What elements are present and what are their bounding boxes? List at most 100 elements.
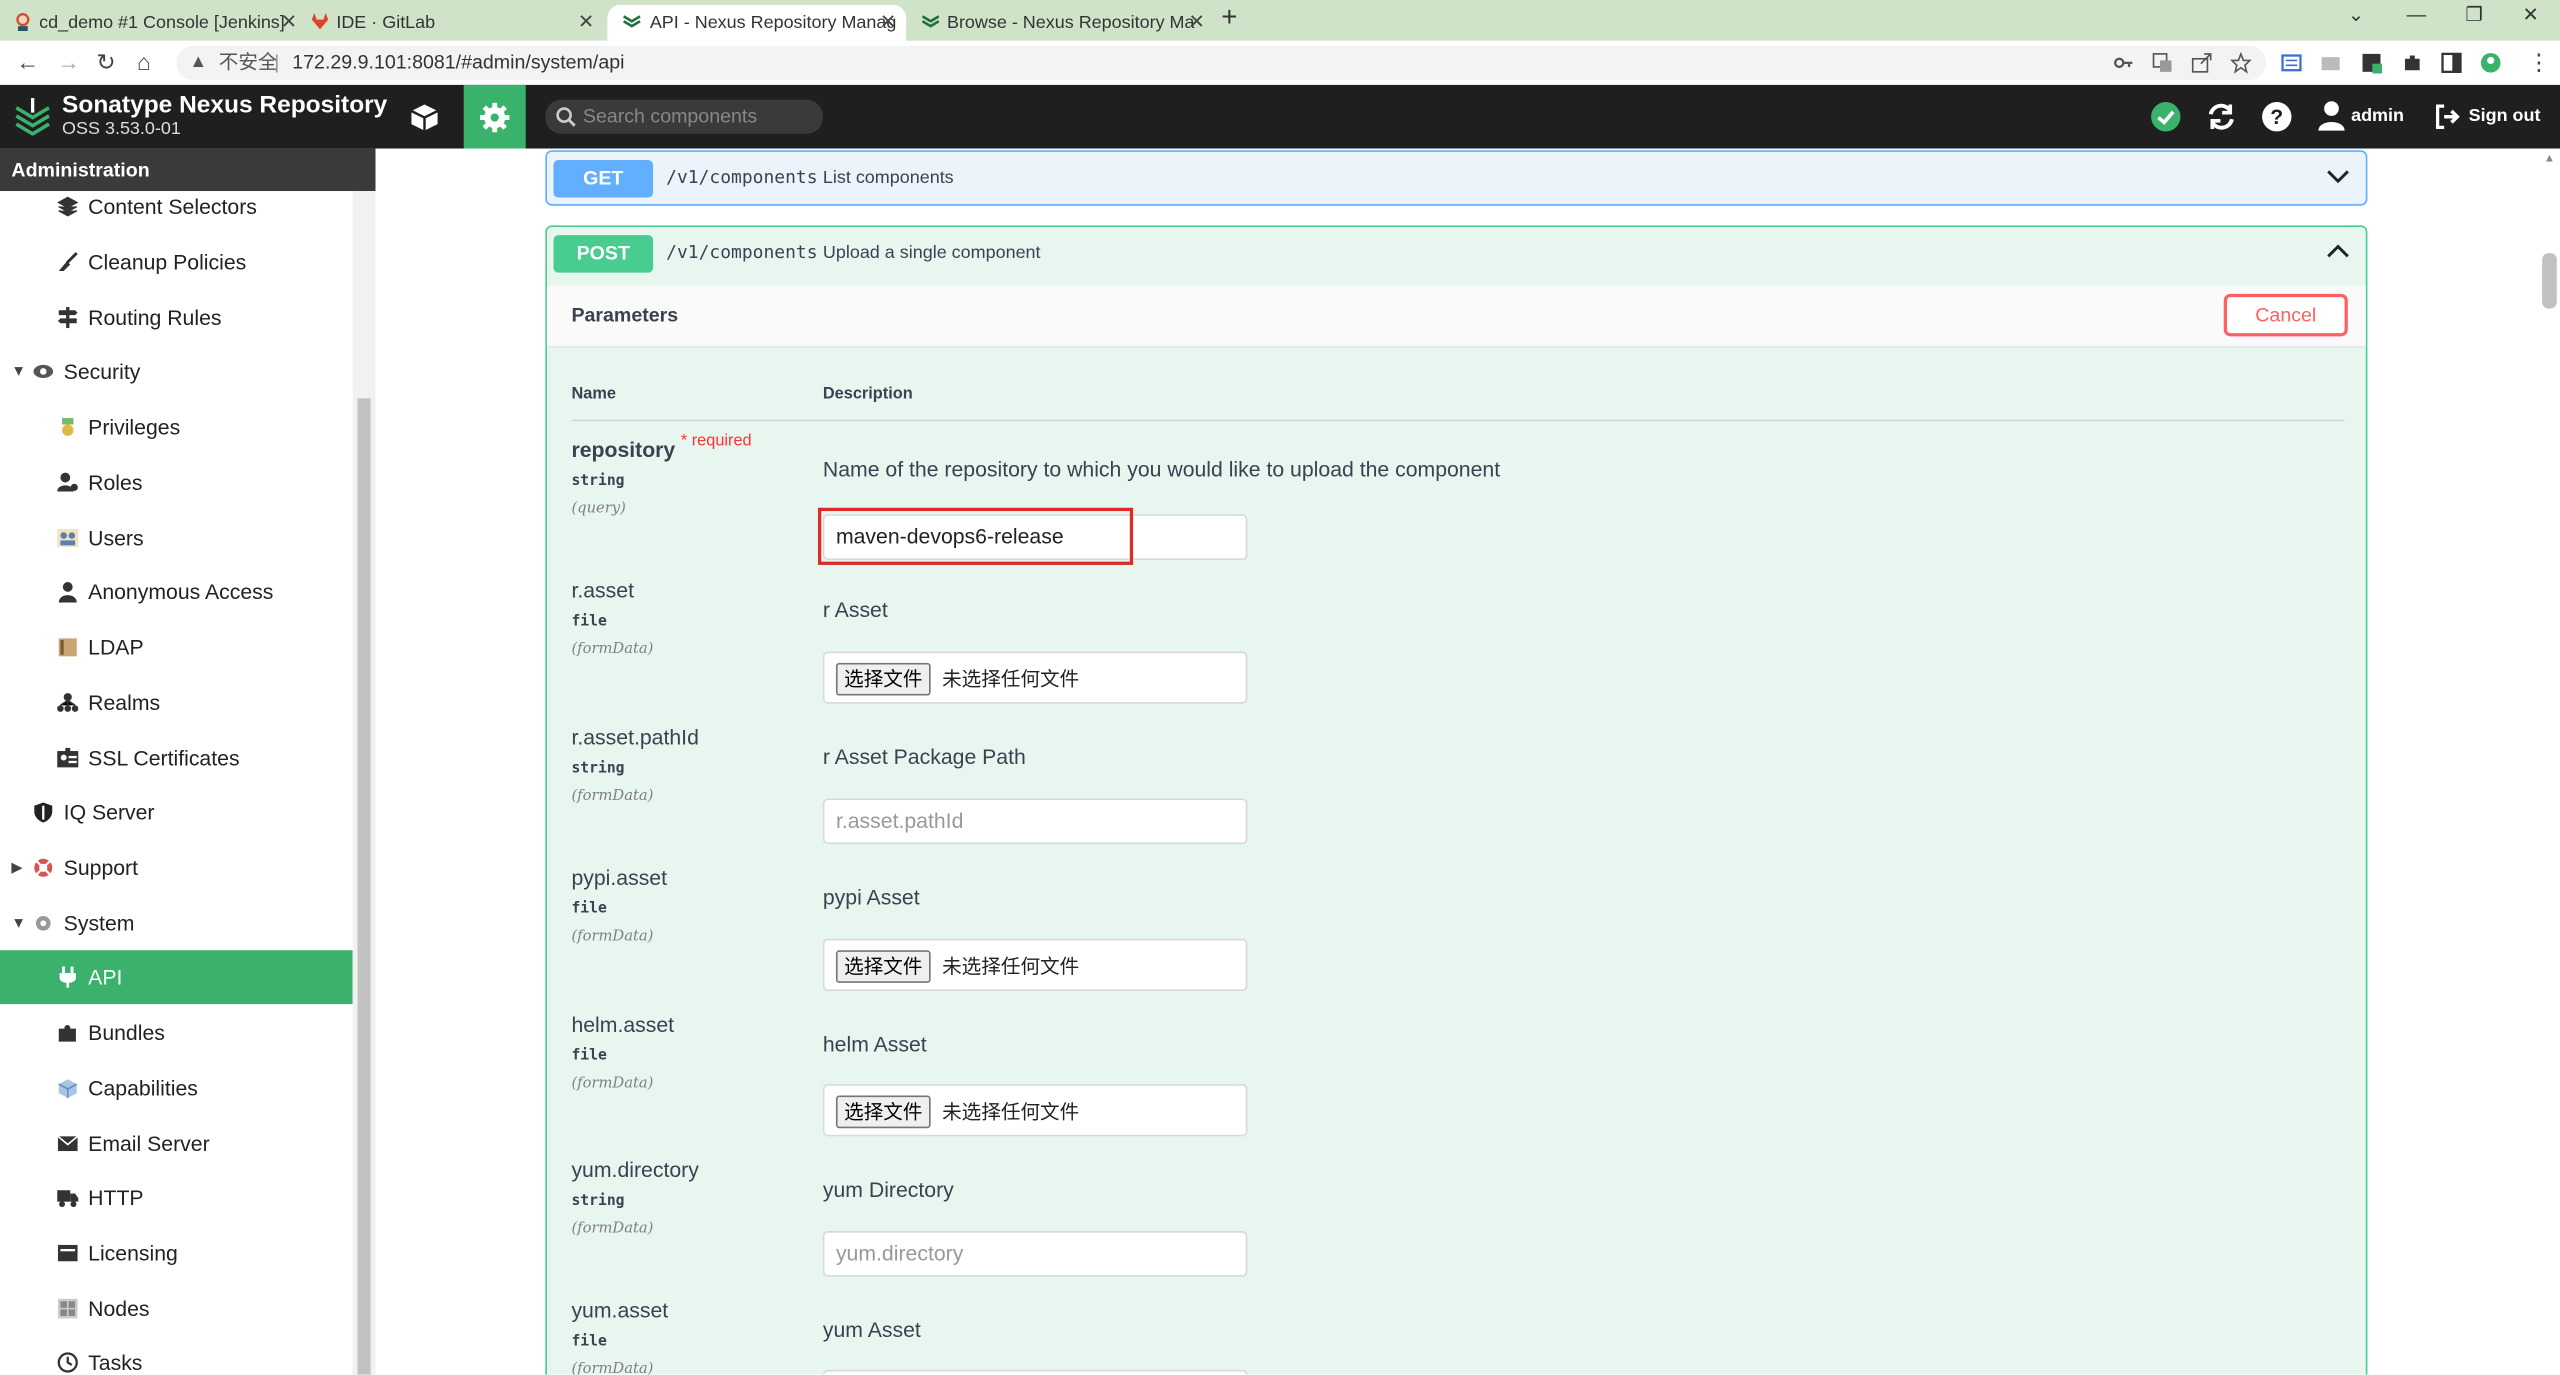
system-status-icon[interactable]	[2150, 101, 2181, 132]
sidebar-item-nodes[interactable]: Nodes	[0, 1282, 353, 1336]
sidebar-item-bundles[interactable]: Bundles	[0, 1006, 353, 1060]
sidebar-item-users[interactable]: Users	[0, 511, 353, 565]
browser-tab-browse-nexus[interactable]: Browse - Nexus Repository Ma ✕	[921, 5, 1215, 41]
tab-title: Browse - Nexus Repository Ma	[946, 13, 1195, 33]
main-scrollbar[interactable]: ▲	[2538, 148, 2560, 1375]
choose-file-button[interactable]: 选择文件	[835, 1095, 931, 1129]
sidebar-item-cleanup-policies[interactable]: Cleanup Policies	[0, 235, 353, 289]
admin-mode-button[interactable]	[463, 84, 526, 149]
extension-icon[interactable]	[2361, 52, 2383, 74]
sidebar-item-ssl-certificates[interactable]: SSL Certificates	[0, 731, 353, 785]
reading-list-icon[interactable]	[2281, 52, 2302, 73]
helm-asset-file-input[interactable]: 选择文件 未选择任何文件	[822, 1084, 1248, 1137]
help-icon[interactable]: ?	[2261, 101, 2292, 132]
close-icon[interactable]: ✕	[578, 7, 594, 36]
operation-get-components[interactable]: GET /v1/components List components	[545, 150, 2368, 206]
nexus-icon	[623, 15, 641, 28]
caret-down-icon[interactable]: ▼	[11, 896, 26, 950]
insecure-label: 不安全	[218, 50, 278, 74]
browser-tab-api-nexus[interactable]: API - Nexus Repository Manag ✕	[607, 4, 907, 41]
sidebar-item-licensing[interactable]: Licensing	[0, 1226, 353, 1280]
restore-button[interactable]: ❐	[2465, 3, 2483, 26]
sidebar-item-iq-server[interactable]: IQ Server	[0, 785, 353, 839]
operation-path[interactable]: /v1/components	[666, 242, 817, 263]
param-in: (formData)	[571, 788, 654, 805]
sidebar-item-realms[interactable]: Realms	[0, 676, 353, 730]
new-tab-button[interactable]: +	[1221, 2, 1237, 35]
sidebar-item-roles[interactable]: Roles	[0, 456, 353, 510]
nexus-icon	[921, 15, 940, 28]
browser-tab-jenkins[interactable]: cd_demo #1 Console [Jenkins] ✕	[13, 5, 307, 41]
choose-file-button[interactable]: 选择文件	[835, 950, 931, 983]
sidepanel-icon[interactable]	[2441, 52, 2462, 73]
sign-out-button[interactable]: Sign out	[2469, 106, 2541, 126]
choose-file-button[interactable]: 选择文件	[835, 662, 931, 696]
cancel-button[interactable]: Cancel	[2223, 293, 2348, 337]
sidebar-item-label: Capabilities	[88, 1075, 198, 1101]
key-icon[interactable]	[2113, 52, 2134, 73]
method-badge[interactable]: POST	[553, 235, 654, 273]
close-icon[interactable]: ✕	[1189, 7, 1205, 36]
browser-menu-icon[interactable]: ⋮	[2527, 49, 2550, 77]
sidebar-item-support[interactable]: ▶ Support	[0, 841, 353, 895]
operation-summary[interactable]: Upload a single component	[823, 243, 1041, 263]
sidebar-item-tasks[interactable]: Tasks	[0, 1336, 353, 1375]
user-menu[interactable]: admin	[2351, 106, 2404, 126]
caret-down-icon[interactable]: ▼	[11, 344, 26, 398]
header-divider	[571, 419, 2345, 422]
sidebar-item-anonymous-access[interactable]: Anonymous Access	[0, 565, 353, 619]
browser-tab-gitlab[interactable]: IDE · GitLab ✕	[310, 5, 604, 41]
close-window-button[interactable]: ✕	[2523, 3, 2539, 26]
sidebar-item-system[interactable]: ▼ System	[0, 896, 353, 950]
r-asset-pathid-input[interactable]: r.asset.pathId	[822, 798, 1248, 845]
required-label: * required	[680, 432, 752, 451]
reload-button[interactable]: ↻	[96, 49, 115, 77]
sidebar-item-content-selectors[interactable]: Content Selectors	[0, 180, 353, 234]
browse-mode-button[interactable]	[393, 85, 455, 149]
sidebar-item-api[interactable]: API	[0, 950, 353, 1005]
parameters-header: Parameters Cancel	[546, 285, 2366, 348]
close-icon[interactable]: ✕	[281, 7, 297, 36]
share-icon[interactable]	[2191, 52, 2212, 73]
param-description: r Asset Package Path	[822, 744, 1026, 770]
tab-search-chevron-icon[interactable]: ⌄	[2348, 3, 2364, 26]
param-name: r.asset	[571, 577, 634, 603]
sidebar-item-label: API	[88, 964, 123, 990]
r-asset-file-input[interactable]: 选择文件 未选择任何文件	[822, 651, 1248, 704]
chevron-up-icon[interactable]	[2327, 240, 2350, 263]
back-button[interactable]: ←	[16, 49, 39, 75]
sidebar-item-capabilities[interactable]: Capabilities	[0, 1061, 353, 1115]
forward-button[interactable]: →	[57, 49, 80, 75]
sidebar-item-http[interactable]: HTTP	[0, 1171, 353, 1225]
sidebar-item-security[interactable]: ▼ Security	[0, 344, 353, 398]
chevron-down-icon[interactable]	[2327, 165, 2350, 188]
caret-right-icon[interactable]: ▶	[11, 841, 22, 895]
param-in: (query)	[571, 501, 626, 518]
brand-name: Sonatype Nexus Repository	[62, 91, 388, 120]
minimize-button[interactable]: —	[2407, 3, 2427, 26]
scroll-up-icon[interactable]: ▲	[2544, 153, 2555, 164]
refresh-icon[interactable]	[2206, 101, 2237, 132]
sidebar-item-routing-rules[interactable]: Routing Rules	[0, 291, 353, 345]
url-text: 172.29.9.101:8081/#admin/system/api	[292, 50, 625, 74]
param-description: r Asset	[822, 597, 888, 623]
sidebar-item-email-server[interactable]: Email Server	[0, 1117, 353, 1171]
puzzle-icon[interactable]	[2402, 52, 2423, 73]
sidebar-scrollbar[interactable]	[352, 191, 376, 1375]
translate-icon[interactable]	[2152, 52, 2173, 73]
home-icon[interactable]: ⌂	[137, 49, 151, 75]
close-icon[interactable]: ✕	[880, 7, 896, 36]
profile-icon[interactable]	[2480, 52, 2501, 73]
sidebar-item-ldap[interactable]: LDAP	[0, 620, 353, 674]
pypi-asset-file-input[interactable]: 选择文件 未选择任何文件	[822, 938, 1248, 992]
scrollbar-thumb[interactable]	[357, 398, 371, 1375]
yum-directory-input[interactable]: yum.directory	[822, 1231, 1248, 1277]
extension-icon[interactable]	[2320, 52, 2341, 73]
sidebar-item-label: HTTP	[88, 1185, 144, 1210]
search-input[interactable]: Search components	[545, 99, 823, 134]
scrollbar-thumb[interactable]	[2542, 253, 2557, 309]
url-field[interactable]: ▲ 不安全 | 172.29.9.101:8081/#admin/system/…	[176, 45, 2267, 81]
sidebar-item-privileges[interactable]: Privileges	[0, 400, 353, 454]
param-description: Name of the repository to which you woul…	[822, 457, 1501, 482]
star-icon[interactable]	[2230, 52, 2252, 74]
